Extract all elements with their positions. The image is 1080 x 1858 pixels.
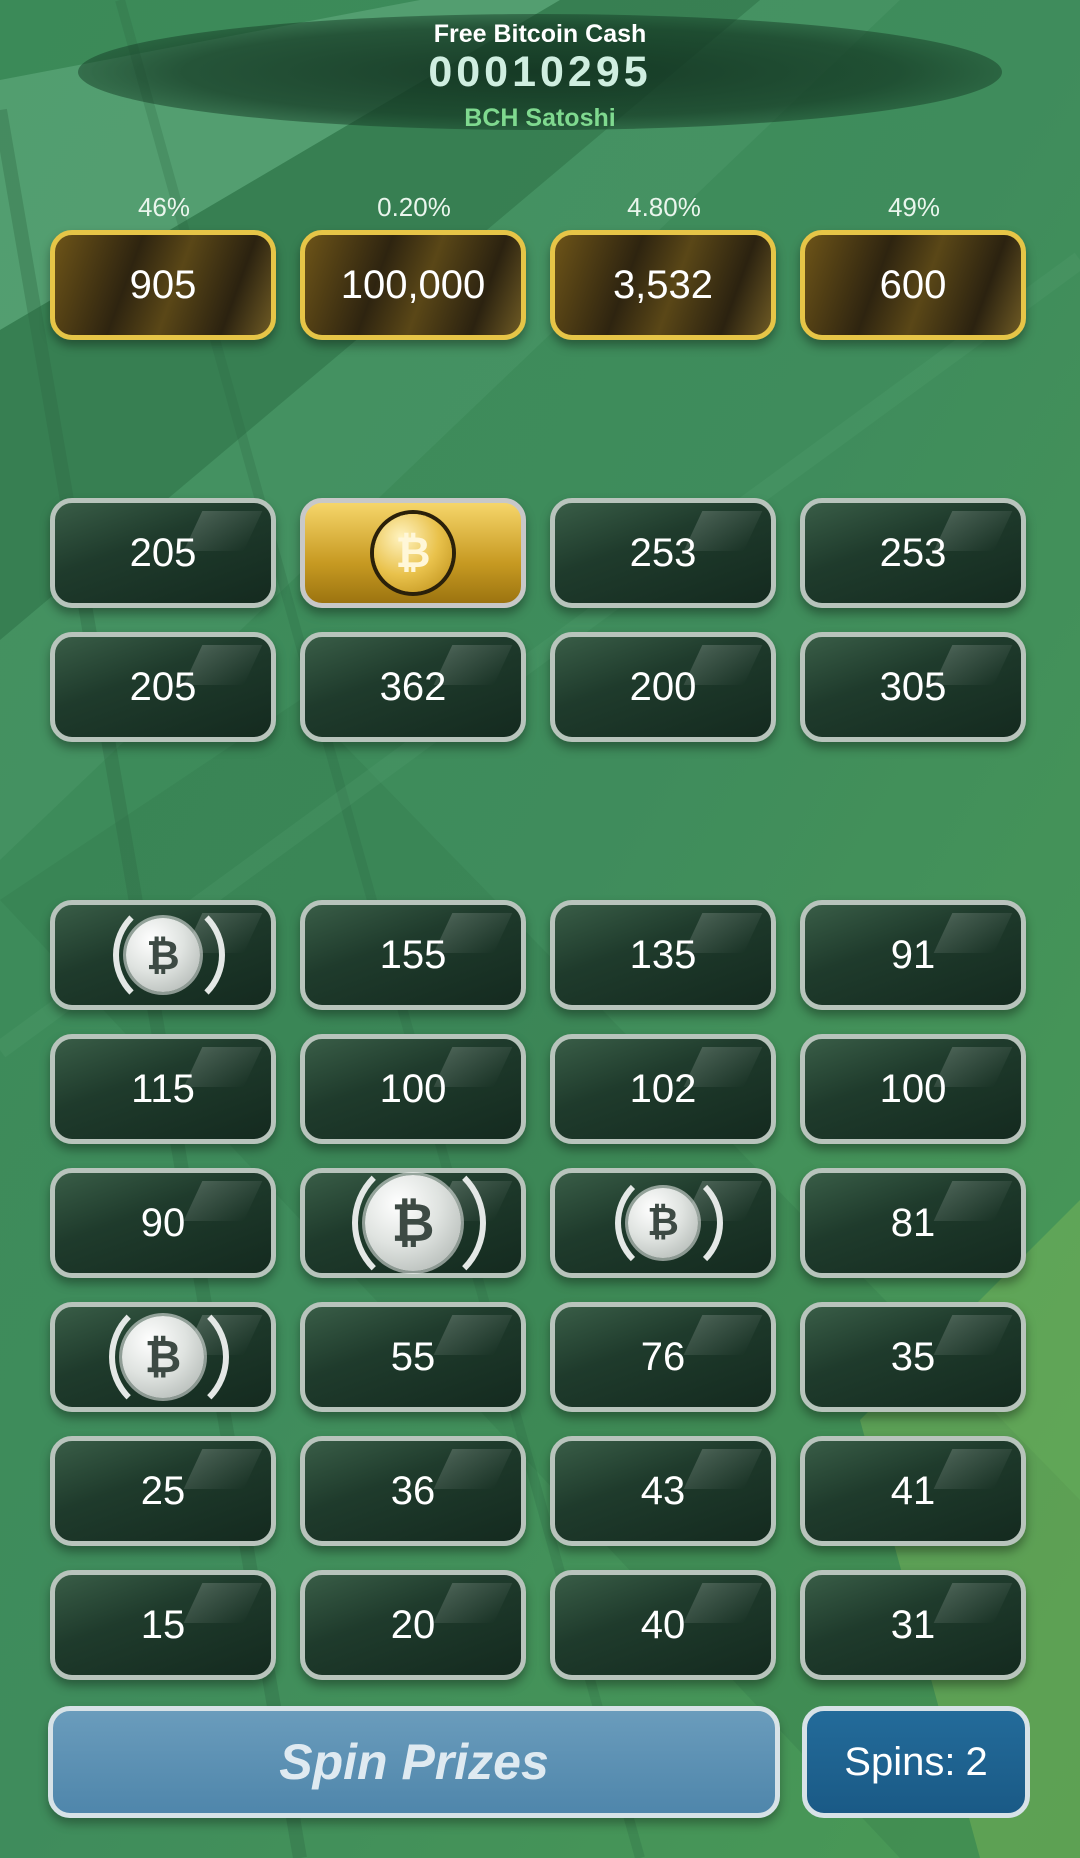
top-prize-tile: 3,532: [550, 230, 776, 340]
prize-value: 253: [879, 530, 947, 575]
prize-tile: 253: [550, 498, 776, 608]
prize-chance: 0.20%: [377, 192, 451, 222]
prize-value: 15: [140, 1602, 186, 1647]
prize-tile: 15: [50, 1570, 276, 1680]
prize-value: 25: [140, 1468, 186, 1513]
prize-value: 20: [390, 1602, 436, 1647]
prize-value: 905: [129, 262, 197, 307]
balance-value: 00010295: [428, 48, 652, 96]
prize-value: 205: [129, 530, 197, 575]
prize-value: 3,532: [612, 262, 714, 307]
coin-prize-tile: ₿: [50, 1297, 276, 1417]
bitcoin-cash-coin-icon: ₿: [365, 1175, 461, 1271]
prize-tile: 115: [50, 1034, 276, 1144]
prize-value: 40: [640, 1602, 686, 1647]
prize-value: 31: [890, 1602, 936, 1647]
prize-tile: 205: [50, 632, 276, 742]
prize-value: 36: [390, 1468, 436, 1513]
app-title: Free Bitcoin Cash: [433, 20, 647, 48]
coin-prize-tile: ₿: [300, 498, 526, 608]
prize-tile: 35: [800, 1302, 1026, 1412]
prize-value: 102: [629, 1066, 697, 1111]
prize-value: 55: [390, 1334, 436, 1379]
prize-value: 100: [879, 1066, 947, 1111]
prize-value: 41: [890, 1468, 936, 1513]
prize-tile: 135: [550, 900, 776, 1010]
coin-prize-tile: ₿: [50, 899, 276, 1011]
top-prize-tile: 100,000: [300, 230, 526, 340]
prize-value: 43: [640, 1468, 686, 1513]
prize-tile: 76: [550, 1302, 776, 1412]
prize-tile: 91: [800, 900, 1026, 1010]
prize-value: 362: [379, 664, 447, 709]
prize-tile: 20: [300, 1570, 526, 1680]
prize-tile: 25: [50, 1436, 276, 1546]
prize-tile: 100: [300, 1034, 526, 1144]
prize-tile: 55: [300, 1302, 526, 1412]
prize-value: 91: [890, 932, 936, 977]
prize-value: 35: [890, 1334, 936, 1379]
prize-tile: 305: [800, 632, 1026, 742]
prize-value: 115: [131, 1066, 195, 1111]
balance-header: Free Bitcoin Cash 00010295 BCH Satoshi: [78, 14, 1002, 132]
prize-tile: 253: [800, 498, 1026, 608]
prize-tile: 43: [550, 1436, 776, 1546]
prize-tile: 100: [800, 1034, 1026, 1144]
prize-tile: 362: [300, 632, 526, 742]
bitcoin-cash-coin-icon: ₿: [628, 1188, 698, 1258]
prize-value: 200: [629, 664, 697, 709]
balance-unit: BCH Satoshi: [464, 104, 616, 132]
prize-tile: 81: [800, 1168, 1026, 1278]
prize-value: 76: [640, 1334, 686, 1379]
prize-value: 600: [879, 262, 947, 307]
prize-value: 305: [879, 664, 947, 709]
top-prize-tile: 600: [800, 230, 1026, 340]
coin-prize-tile: ₿: [300, 1156, 526, 1290]
prize-tile: 31: [800, 1570, 1026, 1680]
prize-tile: 90: [50, 1168, 276, 1278]
prize-value: 100,000: [340, 262, 486, 307]
prize-tile: 40: [550, 1570, 776, 1680]
bitcoin-cash-coin-icon: ₿: [122, 1316, 204, 1398]
prize-chance: 49%: [887, 192, 941, 222]
prize-tile: 36: [300, 1436, 526, 1546]
spins-label: Spins:: [844, 1739, 956, 1784]
prize-value: 81: [890, 1200, 936, 1245]
prize-chance: 4.80%: [627, 192, 701, 222]
prize-tile: 205: [50, 498, 276, 608]
prize-value: 90: [140, 1200, 186, 1245]
prize-tile: 155: [300, 900, 526, 1010]
prize-value: 205: [129, 664, 197, 709]
bitcoin-cash-coin-icon: ₿: [374, 514, 452, 592]
top-prize-tile: 905: [50, 230, 276, 340]
prize-value: 253: [629, 530, 697, 575]
prize-tile: 200: [550, 632, 776, 742]
spin-prizes-button[interactable]: Spin Prizes: [48, 1706, 780, 1818]
prize-value: 135: [629, 932, 697, 977]
coin-prize-tile: ₿: [550, 1168, 776, 1278]
prize-value: 155: [379, 932, 447, 977]
prize-chance: 46%: [137, 192, 191, 222]
prize-tile: 102: [550, 1034, 776, 1144]
prize-tile: 41: [800, 1436, 1026, 1546]
spins-counter: Spins: 2: [802, 1706, 1030, 1818]
prize-value: 100: [379, 1066, 447, 1111]
bitcoin-cash-coin-icon: ₿: [126, 918, 200, 992]
spins-count: 2: [965, 1739, 988, 1784]
